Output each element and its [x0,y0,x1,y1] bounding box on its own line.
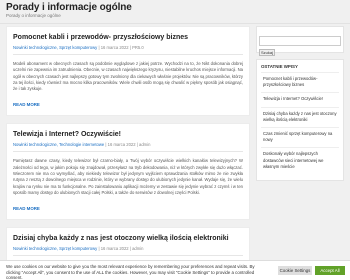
post-category-link[interactable]: Nowinki technologiczne, Technologie inte… [13,142,104,147]
cookie-text: We use cookies on our website to give yo… [6,264,255,280]
post-excerpt: Pamiętasz dawne czasy, kiedy telewizor b… [13,158,243,195]
post-meta: Nowinki technologiczne, Sprzęt komputero… [13,246,243,252]
recent-post-link[interactable]: Telewizja i Internet? Oczywiście! [261,92,339,106]
post-meta: Nowinki technologiczne, Technologie inte… [13,142,243,148]
recent-post-link[interactable]: Czas zmienić sprzęt komputerowy na nowy [261,127,339,147]
post-category-link[interactable]: Nowinki technologiczne, Sprzęt komputero… [13,246,97,251]
read-more-link[interactable]: READ MORE [13,206,40,211]
post-card: Telewizja i Internet? Oczywiście! Nowink… [6,123,250,221]
post-date: 16 marca 2022 [100,45,129,50]
search-input[interactable] [259,35,341,46]
post-divider [13,151,243,153]
post-title[interactable]: Pomocnet kabli i przewodów- przyszłościo… [13,33,243,42]
post-divider [13,54,243,55]
post-card: Pomocnet kabli i przewodów- przyszłościo… [6,26,250,117]
cookie-banner: We use cookies on our website to give yo… [0,260,350,280]
search-button[interactable]: Szukaj [259,49,275,56]
post-author[interactable]: PR5.0 [132,45,144,50]
recent-post-link[interactable]: Doskonały wybór najlepszych dostawców si… [261,147,339,174]
post-title[interactable]: Dzisiaj chyba każdy z nas jest otoczony … [13,234,243,243]
main-content: Pomocnet kabli i przewodów- przyszłościo… [6,26,250,280]
post-title[interactable]: Telewizja i Internet? Oczywiście! [13,130,243,139]
post-author[interactable]: admin [139,142,150,147]
post-meta: Nowinki technologiczne, Sprzęt komputero… [13,45,243,51]
site-header: Porady i informacje ogólne Porady o info… [0,0,350,22]
post-excerpt: Modeli abonament w obecnych czasach są p… [13,61,243,92]
search-widget: Szukaj [256,26,344,56]
sidebar: Szukaj OSTATNIE WPISY Pomocnet kabli i p… [256,26,344,182]
recent-post-link[interactable]: Pomocnet kabli i przewodów- przyszłościo… [261,72,339,92]
post-author[interactable]: admin [132,246,143,251]
cookie-settings-button[interactable]: Cookie Settings [278,266,312,275]
read-more-link[interactable]: READ MORE [13,102,40,107]
site-description: Porady o informacje ogólne [6,13,61,18]
accept-all-button[interactable]: Accept All [315,266,345,275]
site-title[interactable]: Porady i informacje ogólne [6,2,132,13]
widget-title: OSTATNIE WPISY [261,64,298,69]
post-divider [13,255,243,257]
post-date: 16 marca 2022 [107,142,136,148]
recent-posts-widget: OSTATNIE WPISY Pomocnet kabli i przewodó… [256,59,344,182]
header-divider [0,23,350,24]
recent-post-link[interactable]: Dzisiaj chyba każdy z nas jest otoczony … [261,106,339,127]
post-category-link[interactable]: Nowinki technologiczne, Sprzęt komputero… [13,45,97,50]
post-date: 16 marca 2022 [100,246,129,252]
